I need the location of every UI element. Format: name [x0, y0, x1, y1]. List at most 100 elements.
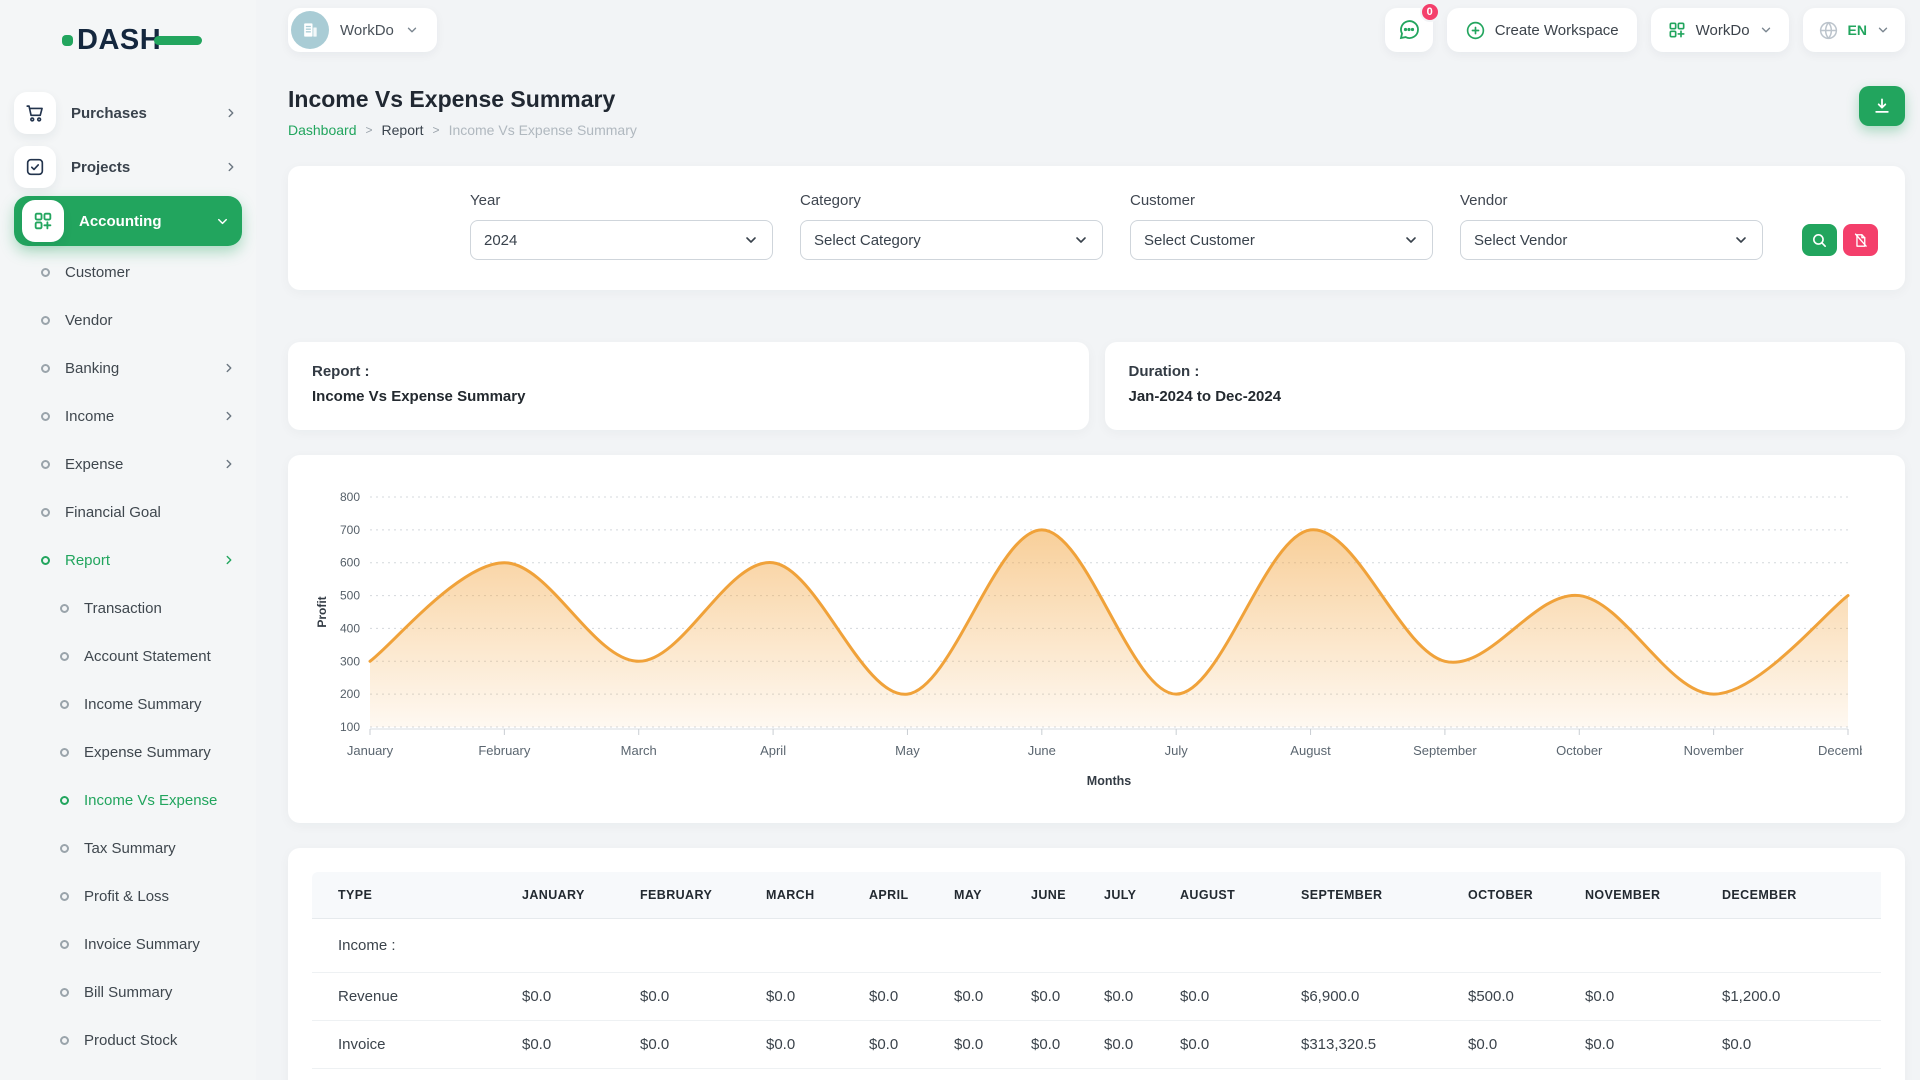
chevron-down-icon — [405, 23, 419, 37]
row-value: $0.0 — [756, 973, 859, 1021]
table-header: TYPEJANUARYFEBRUARYMARCHAPRILMAYJUNEJULY… — [312, 872, 1881, 919]
svg-text:700: 700 — [340, 523, 360, 537]
sidebar-item-income-summary[interactable]: Income Summary — [0, 680, 256, 728]
sidebar-item-label: Expense — [65, 456, 123, 473]
grid-plus-icon — [22, 200, 64, 242]
bullet-icon — [60, 748, 69, 757]
customer-select[interactable]: Select Customer — [1130, 220, 1433, 260]
sidebar-item-vendor[interactable]: Vendor — [0, 296, 256, 344]
vendor-select[interactable]: Select Vendor — [1460, 220, 1763, 260]
sidebar-item-expense-summary[interactable]: Expense Summary — [0, 728, 256, 776]
create-workspace-button[interactable]: Create Workspace — [1447, 8, 1637, 52]
svg-text:November: November — [1684, 743, 1745, 758]
column-header: TYPE — [312, 872, 512, 919]
logo-bar-icon — [154, 36, 202, 45]
row-value: $313,320.5 — [1291, 1021, 1458, 1069]
row-value: $0.0 — [859, 1021, 944, 1069]
breadcrumb-item[interactable]: Dashboard — [288, 122, 357, 138]
column-header: MAY — [944, 872, 1021, 919]
svg-text:August: August — [1290, 743, 1331, 758]
year-select[interactable]: 2024 — [470, 220, 773, 260]
reset-filter-button[interactable] — [1843, 224, 1878, 256]
bullet-icon — [60, 700, 69, 709]
svg-text:200: 200 — [340, 687, 360, 701]
chevron-right-icon — [222, 409, 236, 423]
summary-cards: Report : Income Vs Expense Summary Durat… — [288, 342, 1905, 430]
sidebar-item-income[interactable]: Income — [0, 392, 256, 440]
sidebar-item-label: Expense Summary — [84, 744, 211, 761]
duration-card: Duration : Jan-2024 to Dec-2024 — [1105, 342, 1906, 430]
column-header: MARCH — [756, 872, 859, 919]
topbar-actions: 0 Create Workspace WorkDo EN — [1385, 8, 1905, 52]
download-button[interactable] — [1859, 86, 1905, 126]
customer-label: Customer — [1130, 192, 1433, 209]
messages-button[interactable]: 0 — [1385, 8, 1433, 52]
sidebar-item-income-vs-expense[interactable]: Income Vs Expense — [0, 776, 256, 824]
breadcrumb-item[interactable]: Report — [382, 122, 424, 138]
sidebar-item-transaction[interactable]: Transaction — [0, 584, 256, 632]
language-selector[interactable]: EN — [1803, 8, 1905, 52]
download-icon — [1872, 96, 1892, 116]
sidebar-item-account-statement[interactable]: Account Statement — [0, 632, 256, 680]
vendor-label: Vendor — [1460, 192, 1763, 209]
row-value: $0.0 — [1094, 973, 1170, 1021]
chevron-down-icon — [743, 232, 759, 248]
apply-filter-button[interactable] — [1802, 224, 1837, 256]
row-value: $1,200.0 — [1712, 973, 1881, 1021]
workspace-switcher[interactable]: WorkDo — [288, 8, 437, 52]
bullet-icon — [41, 316, 50, 325]
sidebar-item-report[interactable]: Report — [0, 536, 256, 584]
sidebar-item-expense[interactable]: Expense — [0, 440, 256, 488]
breadcrumb: Dashboard>Report>Income Vs Expense Summa… — [288, 122, 637, 138]
topbar: WorkDo 0 Create Workspace WorkDo EN — [288, 0, 1905, 52]
chevron-right-icon — [222, 361, 236, 375]
customer-field: Customer Select Customer — [1130, 192, 1433, 260]
vendor-select-value: Select Vendor — [1474, 232, 1567, 249]
sidebar-item-accounting[interactable]: Accounting — [14, 196, 242, 246]
bullet-icon — [60, 652, 69, 661]
search-icon — [1811, 232, 1828, 249]
sidebar-item-cash-flow[interactable]: Cash Flow — [0, 1064, 256, 1080]
sidebar-item-label: Income Vs Expense — [84, 792, 217, 809]
sidebar-item-label: Tax Summary — [84, 840, 176, 857]
section-label: Expense : — [312, 1069, 1881, 1080]
bullet-icon — [60, 892, 69, 901]
bullet-icon — [60, 796, 69, 805]
row-value: $0.0 — [512, 1021, 630, 1069]
building-icon — [300, 20, 320, 40]
brand-logo[interactable]: DASH — [62, 22, 212, 58]
sidebar-item-profit-loss[interactable]: Profit & Loss — [0, 872, 256, 920]
year-select-value: 2024 — [484, 232, 517, 249]
row-value: $0.0 — [512, 973, 630, 1021]
year-label: Year — [470, 192, 773, 209]
sidebar-item-label: Purchases — [71, 105, 147, 122]
workdo-menu[interactable]: WorkDo — [1651, 8, 1789, 52]
row-value: $500.0 — [1458, 973, 1575, 1021]
sidebar-item-invoice-summary[interactable]: Invoice Summary — [0, 920, 256, 968]
sidebar-item-projects[interactable]: Projects — [0, 140, 256, 194]
sidebar-item-label: Transaction — [84, 600, 162, 617]
svg-text:April: April — [760, 743, 786, 758]
svg-text:May: May — [895, 743, 920, 758]
svg-text:February: February — [478, 743, 531, 758]
chevron-down-icon — [1733, 232, 1749, 248]
bullet-icon — [60, 604, 69, 613]
logo-text: DASH — [77, 24, 161, 57]
category-select[interactable]: Select Category — [800, 220, 1103, 260]
vendor-field: Vendor Select Vendor — [1460, 192, 1763, 260]
sidebar-item-customer[interactable]: Customer — [0, 248, 256, 296]
sidebar-item-banking[interactable]: Banking — [0, 344, 256, 392]
sidebar-item-label: Accounting — [79, 213, 162, 230]
sidebar-item-product-stock[interactable]: Product Stock — [0, 1016, 256, 1064]
section-label: Income : — [312, 919, 1881, 973]
sidebar-item-tax-summary[interactable]: Tax Summary — [0, 824, 256, 872]
bullet-icon — [60, 844, 69, 853]
page-header: Income Vs Expense Summary Dashboard>Repo… — [288, 86, 1905, 138]
sidebar-item-purchases[interactable]: Purchases — [0, 86, 256, 140]
row-value: $0.0 — [1575, 973, 1712, 1021]
sidebar-item-bill-summary[interactable]: Bill Summary — [0, 968, 256, 1016]
column-header: NOVEMBER — [1575, 872, 1712, 919]
sidebar: DASH Purchases Projects Accounting Customer… — [0, 0, 256, 1080]
sidebar-item-financial-goal[interactable]: Financial Goal — [0, 488, 256, 536]
customer-select-value: Select Customer — [1144, 232, 1255, 249]
